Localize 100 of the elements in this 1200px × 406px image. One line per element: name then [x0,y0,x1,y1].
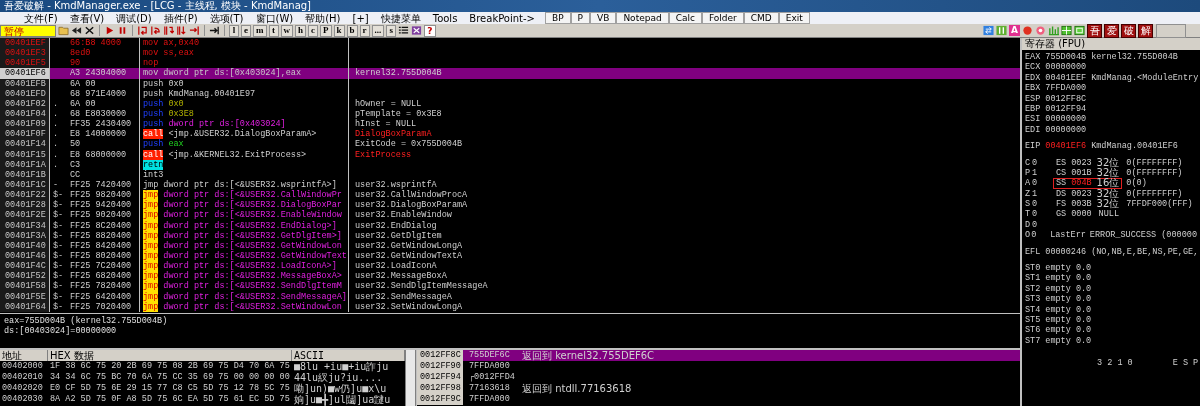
window-button[interactable]: c [308,24,318,37]
window-button[interactable]: r [359,24,370,37]
menu-item[interactable]: 调试(D) [110,11,158,25]
disassembly-row[interactable]: 00401EFD 68 971E4000 push KmdManag.00401E97 [0,88,1020,99]
menu-item[interactable]: Tools [426,11,464,25]
column-header[interactable]: HEX 数据 [48,350,292,361]
window-icon[interactable] [1074,25,1085,36]
menu-item[interactable]: 选项(T) [203,11,250,25]
register-name: EIP [1025,141,1041,152]
step-over-icon[interactable] [150,25,161,36]
disassembly-row[interactable]: 00401F64 $- FF25 7020400 jmp dword ptr ds:[<&USER32.SetWindowLon user32.SetWindowLongA [0,301,1020,312]
column-header[interactable]: 地址 [0,350,48,361]
columns-icon[interactable] [996,25,1008,36]
trace-over-icon[interactable] [176,25,187,36]
segment-name: CS [1056,167,1067,179]
flag-name: O [1025,230,1031,241]
disassembly-row[interactable]: 00401F0F . E8 14000000 call <jmp.&USER32.DialogBoxParamA> DialogBoxParamA [0,129,1020,140]
quick-button[interactable]: BP [545,12,571,24]
quick-button[interactable]: VB [590,12,617,24]
hex-cell: FF25 9420400 [70,200,140,211]
quick-button[interactable]: Folder [701,12,744,24]
register-name: EAX [1025,52,1041,63]
pause-icon[interactable] [117,25,128,36]
chart-icon[interactable] [1048,25,1059,36]
flag-value[interactable]: 0 [1032,209,1053,220]
stack-row[interactable]: 0012FF9C 7FFDA000 [417,394,1020,405]
stack-row[interactable]: 0012FF98 77163618 返回到 ntdll.77163618 [417,383,1020,394]
window-button[interactable]: t [268,24,279,37]
target-icon[interactable] [1035,25,1046,36]
quick-button[interactable]: P [570,12,591,24]
operands: dword ptr ds:[<&USER32.MessageBoxA> [163,271,342,282]
disassembly-row[interactable]: 00401F58 $- FF25 7820400 jmp dword ptr ds:[<&USER32.SendDlgItemM user32.SendDlgItemMessageA [0,281,1020,292]
disassembly-row[interactable]: 00401F2E $- FF25 9020400 jmp dword ptr ds:[<&USER32.EnableWindow user32.EnableWindow [0,210,1020,221]
menu-item[interactable]: 插件(P) [157,11,204,25]
quick-button[interactable]: Calc [668,12,702,24]
window-button[interactable]: e [241,24,251,37]
window-button[interactable]: m [253,24,267,37]
disassembly-row[interactable]: 00401F5E $- FF25 6420400 jmp dword ptr ds:[<&USER32.SendMessageA] user32.SendMessageA [0,291,1020,302]
window-button[interactable]: P [320,24,332,37]
refresh-icon[interactable] [983,25,995,36]
register-value: empty 0.0 [1045,294,1092,305]
flag-value[interactable]: 1 [1032,167,1053,179]
menu-item[interactable]: 快捷菜单 [374,11,427,25]
record-icon[interactable] [1022,25,1033,36]
menu-item[interactable]: BreakPoint-> [463,11,541,25]
hex-cell: 6A 00 [70,78,140,89]
segment-base: 0(0) [1125,178,1147,189]
help-button[interactable]: ? [424,24,436,37]
operands: dword ptr ds:[<&USER32.DialogBoxPar [163,200,342,211]
scrollbar[interactable] [405,350,416,406]
comment-text: ExitCode = 0x755D004B [355,139,463,150]
disassembly-row[interactable]: 00401F3A $- FF25 8820400 jmp dword ptr ds:[<&USER32.GetDlgItem>] user32.GetDlgItem [0,230,1020,241]
window-button[interactable]: s [386,24,397,37]
menu-item[interactable]: 窗口(W) [249,11,300,25]
window-button[interactable]: w [280,24,293,37]
disassembly-row[interactable]: 00401F15 . E8 68000000 call <jmp.&KERNEL32.ExitProcess> ExitProcess [0,149,1020,160]
disassembly-row[interactable]: 00401F02 . 6A 00 push 0x0 hOwner = NULL [0,98,1020,109]
window-button[interactable]: l [229,24,239,37]
flag-value[interactable]: 0 [1032,178,1053,189]
table-icon[interactable] [1061,25,1072,36]
window-button[interactable]: h [295,24,306,37]
menu-item[interactable]: 文件(F) [18,11,64,25]
register-value: 0012FF94 [1045,103,1087,115]
comment-text: kernel32.755D004B [355,68,442,79]
flag-value[interactable]: 0 [1032,157,1053,168]
hex-cell-text: 1F 38 6C 75 20 2B 69 75 08 2B 69 75 D4 70 6A 75 [49,361,291,372]
disassembly-row[interactable]: 00401EF6 A3 24304000 mov dword ptr ds:[0x403024],eax kernel32.755D004B [0,68,1020,79]
flag-value[interactable]: 0 [1032,199,1053,210]
window-button[interactable]: b [346,24,358,37]
menu-item[interactable]: [+] [346,11,375,25]
goto-icon[interactable] [209,25,220,36]
flag-value[interactable]: 0 [1031,230,1051,241]
flag-value[interactable]: 0 [1032,219,1053,231]
return-arrow-icon[interactable] [189,25,200,36]
quick-button[interactable]: Exit [778,12,810,24]
stack-row[interactable]: 0012FF94 ┌0012FFD4 [417,372,1020,383]
list-icon[interactable] [398,25,410,36]
trace-into-icon[interactable] [163,25,174,36]
stack-row[interactable]: 0012FF8C 755DEF6C 返回到 kernel32.755DEF6C [417,350,1020,361]
close-icon[interactable] [84,25,95,36]
segment-selector: 0023 [1071,188,1092,200]
font-button[interactable]: A [1009,25,1020,36]
flag-value[interactable]: 1 [1032,188,1053,200]
window-button[interactable]: k [333,24,345,37]
quick-button[interactable]: CMD [743,12,779,24]
window-button[interactable]: ... [371,24,385,37]
operands: dword ptr ds:[<&USER32.EnableWindow [163,210,342,221]
disassembly-row[interactable]: 00401F1B CC int3 [0,169,1020,180]
menu-item[interactable]: 帮助(H) [299,11,347,25]
register-comment: KmdManag.<ModuleEntry [1091,72,1199,84]
jump-mark: . [53,159,59,170]
disassembly-row[interactable]: 00401F40 $- FF25 8420400 jmp dword ptr ds:[<&USER32.GetWindowLon user32.GetWindowLongA [0,240,1020,251]
step-into-icon[interactable] [137,25,148,36]
disassembly-row[interactable]: 00401EFB 6A 00 push 0x0 [0,78,1020,89]
quick-button[interactable]: Notepad [616,12,669,24]
disassembly-row[interactable]: 00401F34 $- FF25 8C20400 jmp dword ptr ds:[<&USER32.EndDialog>] user32.EndDialog [0,220,1020,231]
disassembly-row[interactable]: 00401F1A . C3 retn [0,159,1020,170]
disassembly-row[interactable]: 00401F14 . 50 push eax ExitCode = 0x755D004B [0,139,1020,150]
menu-item[interactable]: 查看(V) [63,11,111,25]
stack-row[interactable]: 0012FF90 7FFDA000 [417,361,1020,372]
